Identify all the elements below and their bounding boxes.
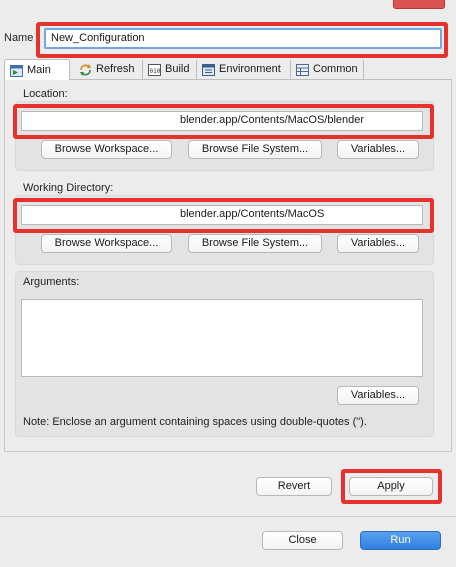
- name-input-text: New_Configuration: [51, 32, 145, 44]
- location-input-text: blender.app/Contents/MacOS/blender: [180, 114, 365, 126]
- tab-refresh[interactable]: Refresh: [74, 59, 140, 80]
- working-directory-browse-workspace-button[interactable]: Browse Workspace...: [41, 234, 172, 253]
- tab-common[interactable]: Common: [290, 59, 364, 80]
- arguments-variables-button[interactable]: Variables...: [337, 386, 419, 405]
- refresh-icon: [79, 63, 92, 76]
- location-browse-workspace-button[interactable]: Browse Workspace...: [41, 140, 172, 159]
- tab-build[interactable]: 010 Build: [142, 59, 196, 80]
- tab-main[interactable]: Main: [4, 59, 70, 81]
- working-directory-label: Working Directory:: [23, 182, 114, 194]
- run-button[interactable]: Run: [360, 531, 441, 550]
- name-label: Name: [4, 32, 34, 44]
- svg-text:010: 010: [150, 68, 161, 75]
- tab-build-label: Build: [165, 63, 190, 75]
- name-input[interactable]: New_Configuration: [44, 28, 442, 49]
- revert-button[interactable]: Revert: [256, 477, 332, 496]
- tab-environment[interactable]: Environment: [196, 59, 290, 80]
- working-directory-variables-button[interactable]: Variables...: [337, 234, 419, 253]
- window-corner-button[interactable]: [393, 0, 445, 9]
- tab-refresh-label: Refresh: [96, 63, 135, 75]
- working-directory-input[interactable]: blender.app/Contents/MacOS: [21, 205, 423, 225]
- close-button[interactable]: Close: [262, 531, 343, 550]
- main-icon: [10, 64, 23, 77]
- common-icon: [296, 63, 309, 76]
- tab-environment-label: Environment: [219, 63, 281, 75]
- apply-button[interactable]: Apply: [349, 477, 433, 496]
- arguments-label: Arguments:: [23, 276, 80, 288]
- arguments-note: Note: Enclose an argument containing spa…: [23, 416, 367, 428]
- location-variables-button[interactable]: Variables...: [337, 140, 419, 159]
- working-directory-browse-file-system-button[interactable]: Browse File System...: [188, 234, 322, 253]
- location-label: Location:: [23, 88, 68, 100]
- location-browse-file-system-button[interactable]: Browse File System...: [188, 140, 322, 159]
- build-icon: 010: [148, 63, 161, 76]
- arguments-textarea[interactable]: [21, 299, 423, 377]
- working-directory-input-text: blender.app/Contents/MacOS: [180, 208, 325, 220]
- tab-main-label: Main: [27, 64, 51, 76]
- environment-icon: [202, 63, 215, 76]
- tab-common-label: Common: [313, 63, 358, 75]
- location-input[interactable]: blender.app/Contents/MacOS/blender: [21, 111, 423, 131]
- footer-separator: [0, 516, 456, 517]
